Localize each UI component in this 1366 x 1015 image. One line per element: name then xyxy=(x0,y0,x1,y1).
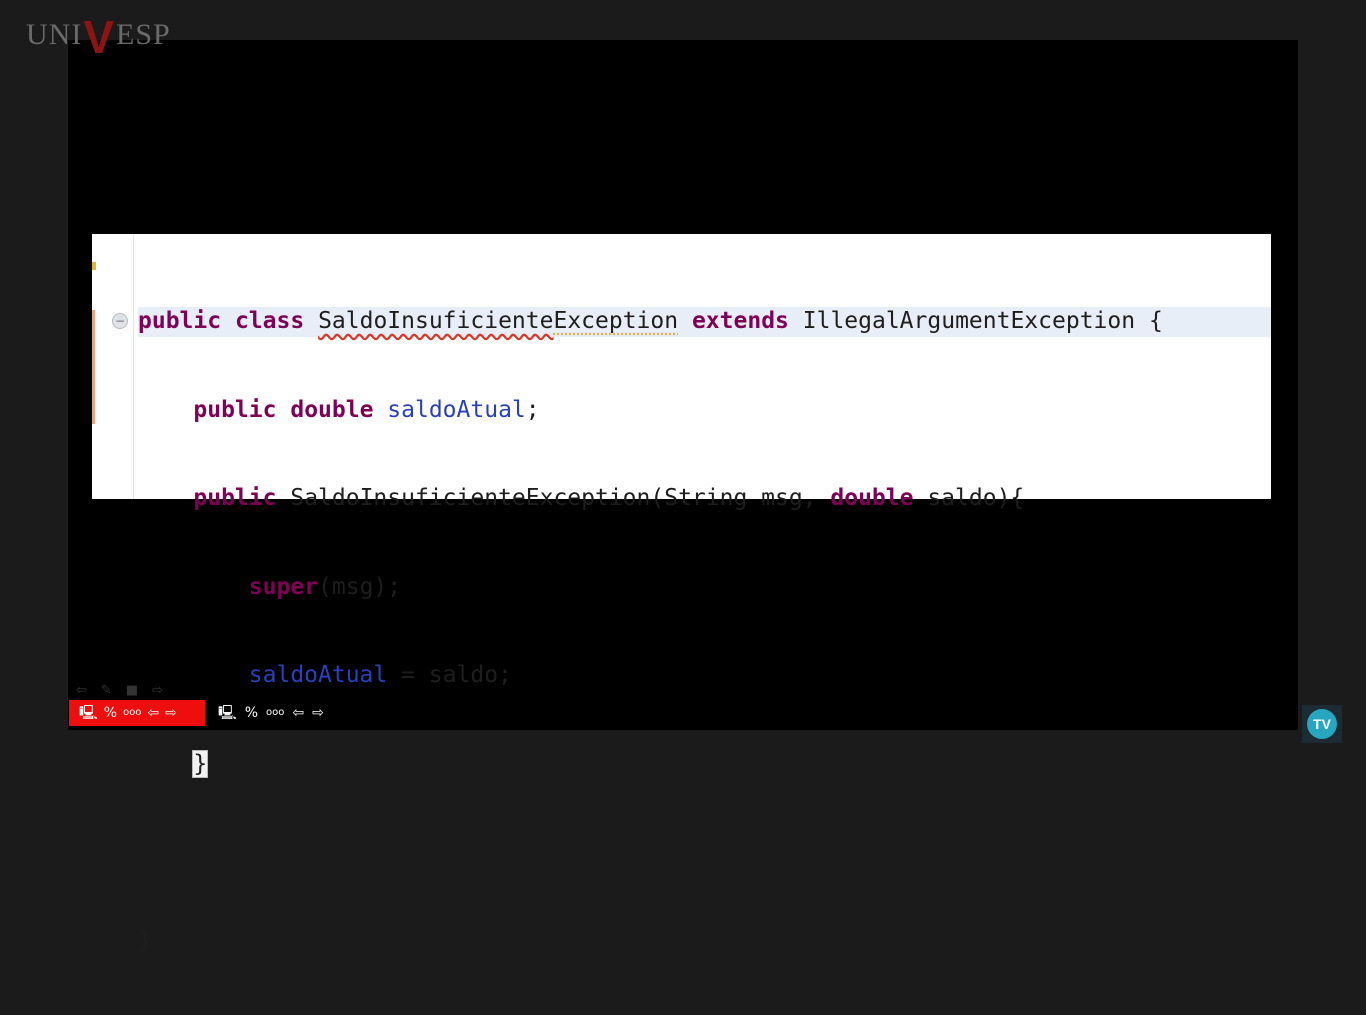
code-line-1: public class SaldoInsuficienteException … xyxy=(138,307,1163,337)
change-marker xyxy=(92,310,95,424)
code-line-5: saldoAtual = saldo; xyxy=(138,661,1163,691)
editor-gutter xyxy=(92,234,134,499)
semicolon: ; xyxy=(525,396,540,423)
ghost-toolbar: ⇦ ✎ ■ ⇨ xyxy=(76,683,163,698)
warning-marker xyxy=(92,262,96,270)
parent-class: IllegalArgumentException xyxy=(802,308,1136,334)
brace: { xyxy=(1148,308,1163,334)
logo-prefix: UNI xyxy=(26,18,83,51)
arrow-left-icon: ⇦ xyxy=(76,683,87,698)
player-toolbar[interactable]: 🖳 % ooo ⇦ ⇨ xyxy=(218,700,324,726)
code-line-8: } xyxy=(138,927,1163,957)
fold-collapse-icon[interactable]: − xyxy=(112,313,128,329)
code-text[interactable]: public class SaldoInsuficienteException … xyxy=(138,248,1163,1015)
code-editor[interactable]: − public class SaldoInsuficienteExceptio… xyxy=(92,234,1271,954)
brace-match: } xyxy=(192,749,209,778)
logo-suffix: ESP xyxy=(116,18,171,51)
tv-logo: TV xyxy=(1307,709,1337,739)
dots-icon[interactable]: ooo xyxy=(266,708,284,718)
monitor-icon[interactable]: 🖳 xyxy=(79,706,98,720)
code-line-4: super(msg); xyxy=(138,573,1163,603)
field-name: saldoAtual xyxy=(387,396,526,423)
arrow-right-icon[interactable]: ⇨ xyxy=(312,706,324,720)
assignment: = saldo; xyxy=(387,662,512,688)
dots-icon[interactable]: ooo xyxy=(123,708,141,718)
player-toolbar-active[interactable]: 🖳 % ooo ⇦ ⇨ xyxy=(69,700,205,726)
arrow-left-icon[interactable]: ⇦ xyxy=(292,706,304,720)
keyword: public xyxy=(193,396,277,423)
constructor-params-end: saldo){ xyxy=(913,485,1025,511)
keyword: double xyxy=(290,396,374,423)
code-line-6: } xyxy=(138,749,1163,780)
field-name: saldoAtual xyxy=(248,662,388,688)
keyword: class xyxy=(234,308,305,334)
class-name-suffix: Exception xyxy=(553,308,679,334)
constructor-signature: SaldoInsuficienteException(String msg, xyxy=(290,485,831,511)
brace: } xyxy=(138,927,152,954)
keyword: public xyxy=(193,485,277,511)
percent-icon[interactable]: % xyxy=(104,706,117,720)
super-call-args: (msg); xyxy=(318,573,402,600)
arrow-right-icon: ⇨ xyxy=(152,683,164,698)
code-line-3: public SaldoInsuficienteException(String… xyxy=(138,484,1163,514)
code-line-2: public double saldoAtual; xyxy=(138,396,1163,426)
monitor-icon[interactable]: 🖳 xyxy=(218,706,237,720)
pen-icon: ✎ xyxy=(100,683,112,698)
square-icon: ■ xyxy=(125,683,139,698)
arrow-left-icon[interactable]: ⇦ xyxy=(147,706,159,720)
keyword: double xyxy=(830,485,914,511)
arrow-right-icon[interactable]: ⇨ xyxy=(165,706,177,720)
tv-channel-badge: TV xyxy=(1302,705,1342,743)
class-name-error: SaldoInsuficiente xyxy=(318,308,554,334)
percent-icon[interactable]: % xyxy=(245,706,258,720)
keyword: super xyxy=(248,573,319,600)
univesp-logo: UNI V ESP xyxy=(26,14,171,68)
keyword: extends xyxy=(691,308,789,334)
keyword: public xyxy=(138,308,222,334)
logo-v: V xyxy=(83,11,116,63)
